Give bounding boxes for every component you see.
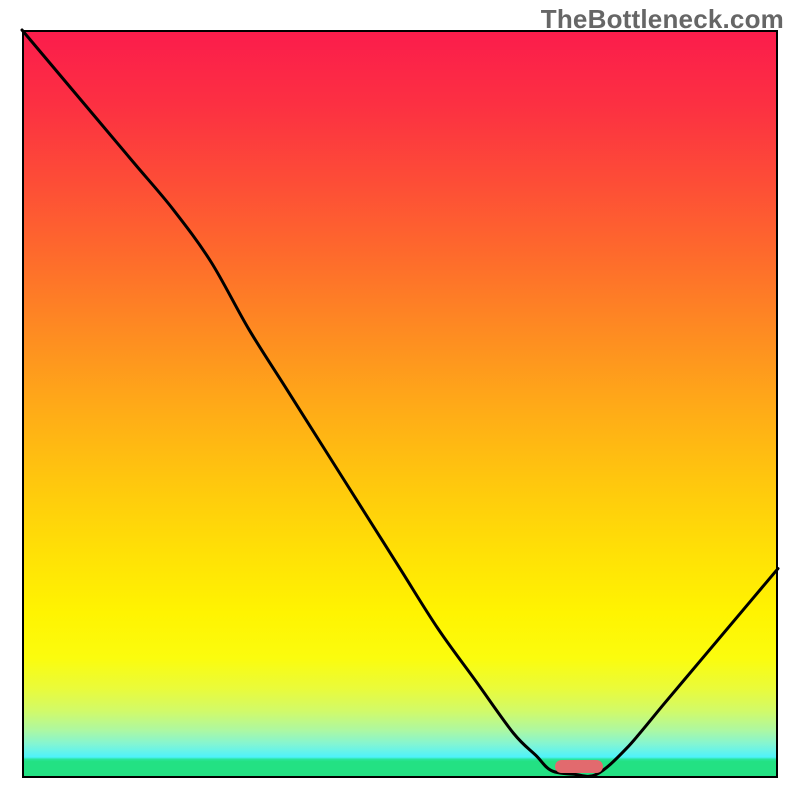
bottleneck-curve xyxy=(22,30,778,778)
optimal-range-marker xyxy=(555,760,603,773)
chart-frame: TheBottleneck.com xyxy=(0,0,800,800)
plot-area xyxy=(22,30,778,778)
